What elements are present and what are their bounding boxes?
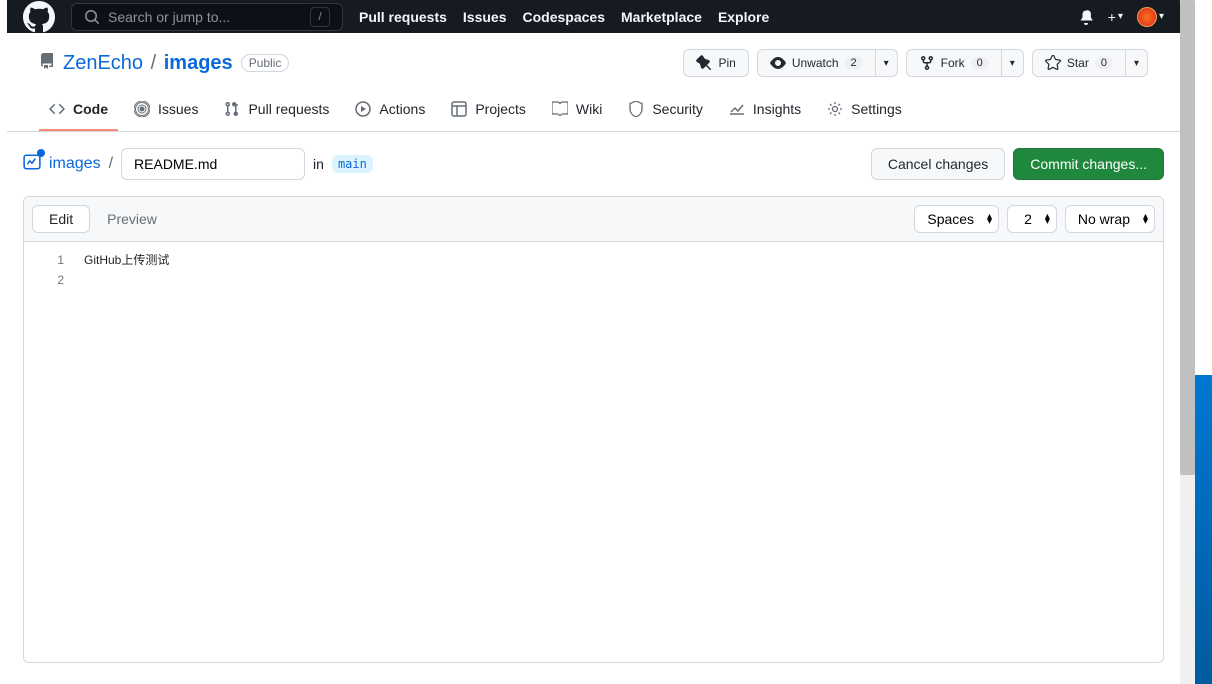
updown-icon: ▴▾ xyxy=(987,214,992,224)
star-button[interactable]: Star 0 xyxy=(1032,49,1126,77)
visibility-badge: Public xyxy=(241,54,290,72)
indent-size-select[interactable]: 2 ▴▾ xyxy=(1007,205,1057,233)
notifications-icon[interactable] xyxy=(1078,9,1094,25)
code-content[interactable]: GitHub上传测试 xyxy=(84,242,1163,662)
preview-tab[interactable]: Preview xyxy=(90,205,174,233)
eye-icon xyxy=(770,55,786,71)
fork-dropdown[interactable]: ▾ xyxy=(1002,49,1024,77)
code-line xyxy=(84,270,1163,290)
issue-icon xyxy=(134,101,150,117)
repo-name-link[interactable]: images xyxy=(164,52,233,74)
indent-size-value: 2 xyxy=(1024,211,1032,227)
project-icon xyxy=(451,101,467,117)
cancel-button[interactable]: Cancel changes xyxy=(871,148,1005,180)
separator: / xyxy=(109,155,113,173)
search-icon xyxy=(84,9,100,25)
unwatch-label: Unwatch xyxy=(792,56,839,70)
repo-title: ZenEcho / images xyxy=(63,52,233,75)
repo-tabs: Code Issues Pull requests Actions Projec… xyxy=(7,93,1180,132)
user-menu[interactable]: ▾ xyxy=(1137,7,1164,27)
gear-icon xyxy=(827,101,843,117)
tab-insights[interactable]: Insights xyxy=(719,93,811,131)
indent-mode-select[interactable]: Spaces ▴▾ xyxy=(914,205,999,233)
plus-icon: + xyxy=(1108,9,1116,25)
wrap-value: No wrap xyxy=(1078,211,1130,227)
updown-icon: ▴▾ xyxy=(1045,214,1050,224)
pr-icon xyxy=(224,101,240,117)
branch-pill[interactable]: main xyxy=(332,155,373,173)
unwatch-count: 2 xyxy=(845,57,863,69)
tab-settings[interactable]: Settings xyxy=(817,93,912,131)
repo-edit-icon xyxy=(23,153,41,176)
separator: / xyxy=(151,52,157,74)
updown-icon: ▴▾ xyxy=(1143,214,1148,224)
repo-icon xyxy=(39,53,55,74)
commit-button[interactable]: Commit changes... xyxy=(1013,148,1164,180)
code-editor[interactable]: 1 2 GitHub上传测试 xyxy=(24,242,1163,662)
star-dropdown[interactable]: ▾ xyxy=(1126,49,1148,77)
github-logo-icon[interactable] xyxy=(23,1,55,33)
search-input[interactable]: Search or jump to... / xyxy=(71,3,343,31)
tab-wiki[interactable]: Wiki xyxy=(542,93,612,131)
graph-icon xyxy=(729,101,745,117)
book-icon xyxy=(552,101,568,117)
breadcrumb-repo-link[interactable]: images xyxy=(49,155,101,173)
caret-down-icon: ▾ xyxy=(1118,11,1123,22)
wrap-select[interactable]: No wrap ▴▾ xyxy=(1065,205,1155,233)
line-number-gutter: 1 2 xyxy=(24,242,84,662)
in-label: in xyxy=(313,156,324,172)
nav-pull-requests[interactable]: Pull requests xyxy=(359,9,447,25)
nav-issues[interactable]: Issues xyxy=(463,9,507,25)
top-navigation: Pull requests Issues Codespaces Marketpl… xyxy=(359,9,769,25)
repo-owner-link[interactable]: ZenEcho xyxy=(63,52,143,74)
line-number: 2 xyxy=(24,270,64,290)
nav-codespaces[interactable]: Codespaces xyxy=(523,9,605,25)
nav-explore[interactable]: Explore xyxy=(718,9,769,25)
tab-projects[interactable]: Projects xyxy=(441,93,536,131)
star-count: 0 xyxy=(1095,57,1113,69)
edit-tab[interactable]: Edit xyxy=(32,205,90,233)
fork-count: 0 xyxy=(971,57,989,69)
pin-button[interactable]: Pin xyxy=(683,49,748,77)
github-topbar: Search or jump to... / Pull requests Iss… xyxy=(7,0,1180,33)
unwatch-dropdown[interactable]: ▾ xyxy=(876,49,898,77)
line-number: 1 xyxy=(24,250,64,270)
pin-label: Pin xyxy=(718,56,735,70)
code-icon xyxy=(49,101,65,117)
code-line: GitHub上传测试 xyxy=(84,250,1163,270)
caret-down-icon: ▾ xyxy=(1159,11,1164,22)
tab-actions[interactable]: Actions xyxy=(345,93,435,131)
indent-mode-value: Spaces xyxy=(927,211,974,227)
create-menu[interactable]: + ▾ xyxy=(1108,9,1123,25)
shield-icon xyxy=(628,101,644,117)
unwatch-button[interactable]: Unwatch 2 xyxy=(757,49,876,77)
editor-box: Edit Preview Spaces ▴▾ 2 ▴▾ No wrap ▴▾ xyxy=(23,196,1164,663)
caret-down-icon: ▾ xyxy=(1134,58,1139,69)
star-icon xyxy=(1045,55,1061,71)
tab-pull-requests[interactable]: Pull requests xyxy=(214,93,339,131)
browser-scrollbar[interactable] xyxy=(1180,0,1195,684)
caret-down-icon: ▾ xyxy=(1010,58,1015,69)
caret-down-icon: ▾ xyxy=(884,58,889,69)
play-icon xyxy=(355,101,371,117)
star-label: Star xyxy=(1067,56,1089,70)
tab-security[interactable]: Security xyxy=(618,93,713,131)
fork-button[interactable]: Fork 0 xyxy=(906,49,1002,77)
scrollbar-thumb[interactable] xyxy=(1180,0,1195,475)
fork-label: Fork xyxy=(941,56,965,70)
search-placeholder: Search or jump to... xyxy=(108,9,230,25)
avatar xyxy=(1137,7,1157,27)
fork-icon xyxy=(919,55,935,71)
pin-icon xyxy=(696,55,712,71)
edit-indicator-dot xyxy=(37,149,45,157)
tab-issues[interactable]: Issues xyxy=(124,93,208,131)
filename-input[interactable] xyxy=(121,148,305,180)
nav-marketplace[interactable]: Marketplace xyxy=(621,9,702,25)
tab-code[interactable]: Code xyxy=(39,93,118,131)
search-slash-hint: / xyxy=(310,7,330,27)
desktop-background xyxy=(1195,375,1212,684)
